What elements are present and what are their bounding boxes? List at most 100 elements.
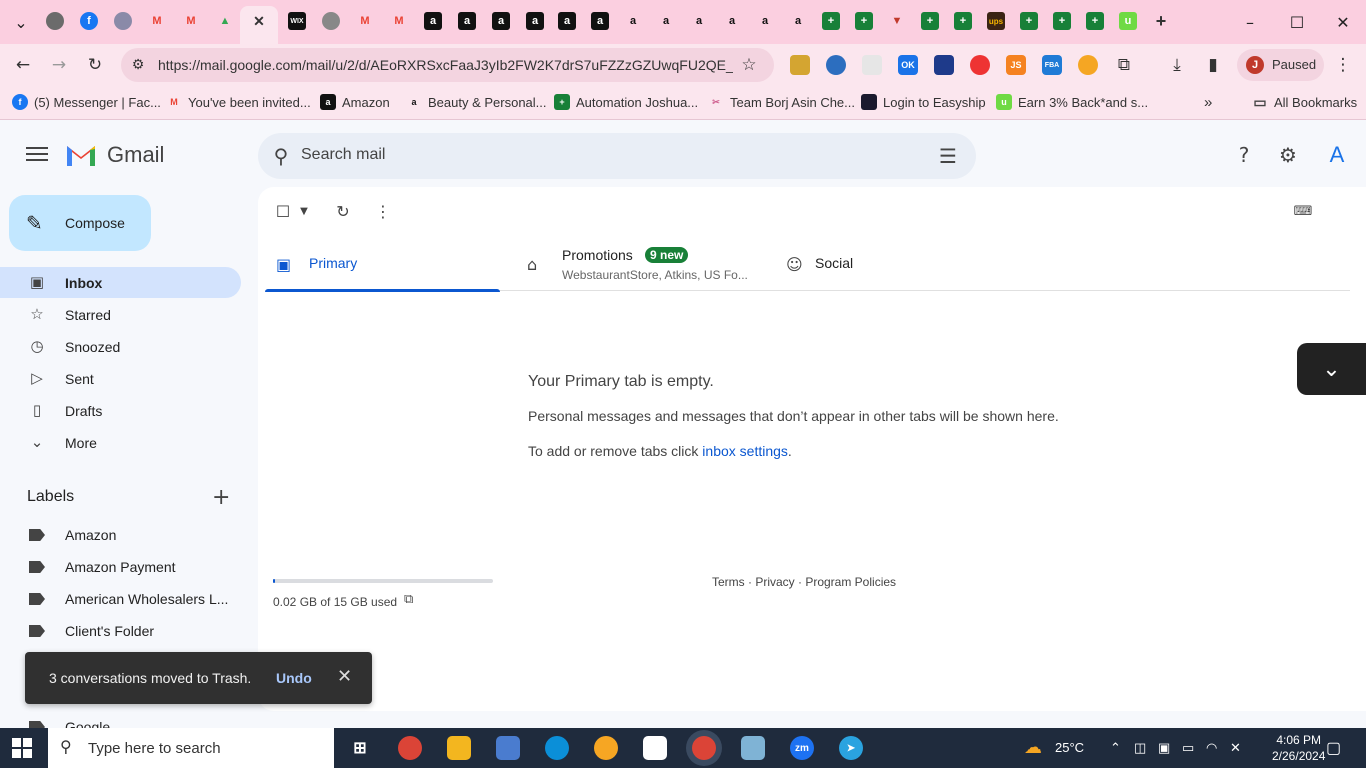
chrome-active-icon[interactable] xyxy=(692,736,716,760)
note-icon[interactable] xyxy=(741,736,765,760)
extension-icon[interactable] xyxy=(790,55,810,75)
search-icon[interactable]: ⚲ xyxy=(269,144,293,168)
bookmark-item[interactable]: a Beauty & Personal... xyxy=(406,94,546,110)
show-hidden-icons-icon[interactable]: ⌃ xyxy=(1110,740,1121,756)
amazon-tab-icon[interactable]: a xyxy=(756,12,774,30)
tab-primary[interactable]: ▣ Primary xyxy=(265,239,500,292)
meet-now-icon[interactable]: ◫ xyxy=(1134,740,1146,756)
nav-more[interactable]: ⌄ More xyxy=(0,427,241,458)
download-icon[interactable]: ⤓ xyxy=(1166,54,1188,76)
windows-start-icon[interactable] xyxy=(12,738,32,758)
nav-sent[interactable]: ▷ Sent xyxy=(0,363,241,394)
wix-tab-icon[interactable]: WIX xyxy=(288,12,306,30)
more-bookmarks-icon[interactable]: » xyxy=(1204,94,1212,111)
extension-icon[interactable] xyxy=(934,55,954,75)
file-explorer-icon[interactable] xyxy=(447,736,471,760)
sheets-tab-icon[interactable]: + xyxy=(1020,12,1038,30)
side-panel-icon[interactable]: ▮ xyxy=(1202,54,1224,76)
amazon-tab-icon[interactable]: a xyxy=(591,12,609,30)
more-options-icon[interactable]: ⋮ xyxy=(373,201,393,221)
search-input[interactable]: Search mail xyxy=(301,146,385,164)
tab-promotions[interactable]: ⌂ Promotions 9 new WebstaurantStore, Atk… xyxy=(520,239,755,291)
main-menu-icon[interactable] xyxy=(26,143,48,165)
bookmark-item[interactable]: f (5) Messenger | Fac... xyxy=(12,94,161,110)
extensions-puzzle-icon[interactable]: ⧉ xyxy=(1113,54,1135,76)
weather-temperature[interactable]: 25°C xyxy=(1055,740,1084,755)
volume-muted-icon[interactable]: ✕ xyxy=(1230,740,1241,756)
amazon-tab-icon[interactable]: a xyxy=(424,12,442,30)
reload-icon[interactable]: ↻ xyxy=(84,54,106,76)
edge-icon[interactable] xyxy=(545,736,569,760)
site-info-icon[interactable]: ⚙ xyxy=(127,54,149,76)
amazon-tab-icon[interactable]: a xyxy=(789,12,807,30)
account-avatar[interactable]: A xyxy=(1322,140,1352,170)
minimize-icon[interactable]: – xyxy=(1227,8,1273,36)
battery-icon[interactable]: ▭ xyxy=(1182,740,1194,756)
address-bar[interactable]: ⚙ https://mail.google.com/mail/u/2/d/AEo… xyxy=(121,48,774,82)
amazon-tab-icon[interactable]: a xyxy=(458,12,476,30)
all-bookmarks-folder[interactable]: ▭ All Bookmarks xyxy=(1252,94,1357,110)
url-text[interactable]: https://mail.google.com/mail/u/2/d/AEoRX… xyxy=(158,57,733,73)
bookmark-star-icon[interactable]: ☆ xyxy=(738,54,760,76)
refresh-icon[interactable]: ↻ xyxy=(333,201,353,221)
dropdown-tab-icon[interactable]: ▼ xyxy=(888,12,906,30)
globe-tab-icon[interactable] xyxy=(322,12,340,30)
chrome-icon[interactable] xyxy=(398,736,422,760)
amazon-tab-icon[interactable]: a xyxy=(690,12,708,30)
inbox-settings-link[interactable]: inbox settings xyxy=(702,443,788,459)
drive-tab-icon[interactable]: ▲ xyxy=(216,12,234,30)
tab-social[interactable]: ☺ Social xyxy=(775,239,1010,291)
new-tab-icon[interactable]: + xyxy=(1152,11,1170,31)
sheets-tab-icon[interactable]: + xyxy=(1053,12,1071,30)
sheets-tab-icon[interactable]: + xyxy=(855,12,873,30)
nav-drafts[interactable]: ▯ Drafts xyxy=(0,395,241,426)
bookmark-item[interactable]: M You've been invited... xyxy=(166,94,310,110)
notifications-icon[interactable]: ▢ xyxy=(1326,738,1341,758)
notepad-icon[interactable] xyxy=(643,736,667,760)
brave-icon[interactable] xyxy=(594,736,618,760)
ups-tab-icon[interactable]: ups xyxy=(987,12,1005,30)
close-tab-icon[interactable]: ✕ xyxy=(250,12,268,30)
compose-button[interactable]: ✎ Compose xyxy=(9,195,151,251)
gmail-tab-icon[interactable]: M xyxy=(390,12,408,30)
zoom-icon[interactable]: zm xyxy=(790,736,814,760)
undo-button[interactable]: Undo xyxy=(276,670,312,686)
amazon-tab-icon[interactable]: a xyxy=(492,12,510,30)
bookmark-item[interactable]: ✂ Team Borj Asin Che... xyxy=(708,94,855,110)
close-icon[interactable]: ✕ xyxy=(337,666,352,687)
sheets-tab-icon[interactable]: + xyxy=(1086,12,1104,30)
select-dropdown-icon[interactable]: ▼ xyxy=(294,201,314,221)
help-icon[interactable]: ? xyxy=(1232,143,1256,167)
label-item[interactable]: American Wholesalers L... xyxy=(0,584,241,614)
gmail-tab-icon[interactable]: M xyxy=(356,12,374,30)
amazon-tab-icon[interactable]: a xyxy=(723,12,741,30)
ok-extension-icon[interactable]: OK xyxy=(898,55,918,75)
weather-icon[interactable]: ☁ xyxy=(1024,737,1042,758)
wifi-icon[interactable]: ◠ xyxy=(1206,740,1217,756)
sheets-tab-icon[interactable]: + xyxy=(822,12,840,30)
control-panel-icon[interactable] xyxy=(496,736,520,760)
bookmark-item[interactable]: u Earn 3% Back*and s... xyxy=(996,94,1148,110)
pokeball-extension-icon[interactable] xyxy=(970,55,990,75)
fba-extension-icon[interactable]: FBA xyxy=(1042,55,1062,75)
gmail-tab-icon[interactable]: M xyxy=(182,12,200,30)
amazon-tab-icon[interactable]: a xyxy=(624,12,642,30)
sheets-tab-icon[interactable]: + xyxy=(954,12,972,30)
chrome-tab-icon[interactable] xyxy=(46,12,64,30)
facebook-tab-icon[interactable]: f xyxy=(80,12,98,30)
open-external-icon[interactable]: ⧉ xyxy=(404,592,413,607)
nav-snoozed[interactable]: ◷ Snoozed xyxy=(0,331,241,362)
label-item[interactable]: Amazon Payment xyxy=(0,552,241,582)
web-tab-icon[interactable] xyxy=(114,12,132,30)
taskbar-search-box[interactable]: ⚲ Type here to search xyxy=(48,728,334,768)
taskbar-search-input[interactable]: Type here to search xyxy=(88,740,221,757)
system-clock[interactable]: 4:06 PM 2/26/2024 xyxy=(1272,732,1325,764)
extension-icon[interactable] xyxy=(862,55,882,75)
select-checkbox-icon[interactable]: ☐ xyxy=(273,201,293,221)
extension-icon[interactable] xyxy=(1078,55,1098,75)
nav-starred[interactable]: ☆ Starred xyxy=(0,299,241,330)
search-options-icon[interactable]: ☰ xyxy=(936,144,960,168)
telegram-icon[interactable]: ➤ xyxy=(839,736,863,760)
chrome-menu-icon[interactable]: ⋮ xyxy=(1332,54,1354,76)
search-mail-bar[interactable]: ⚲ Search mail ☰ xyxy=(258,133,976,179)
